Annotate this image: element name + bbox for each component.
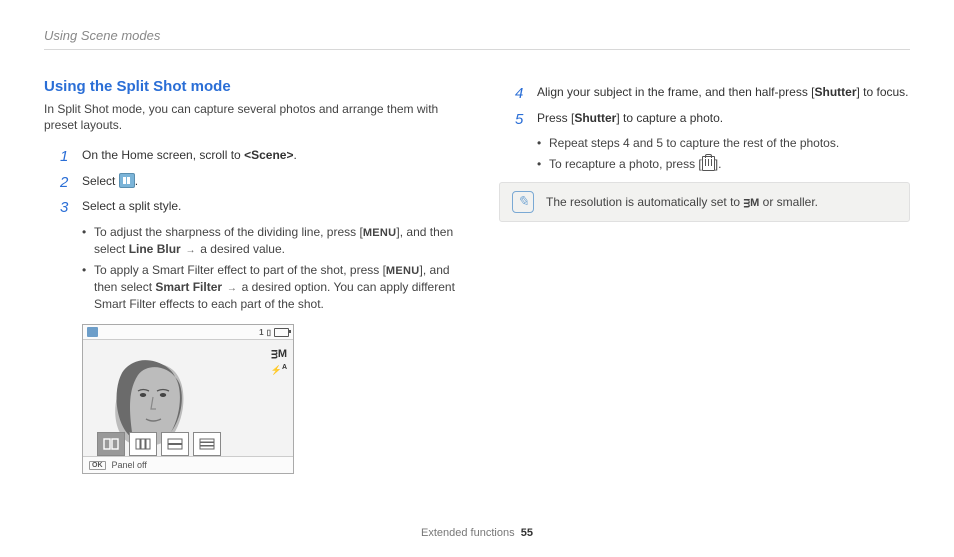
resolution-icon: ᴟM — [271, 348, 287, 360]
line-blur-label: Line Blur — [129, 242, 181, 256]
menu-button-label: MENU — [386, 265, 420, 277]
smart-filter-label: Smart Filter — [155, 280, 222, 294]
scene-label: <Scene> — [244, 148, 293, 162]
shot-counter: 1 — [259, 328, 263, 337]
arrow-icon: → — [222, 283, 242, 294]
mode-icon — [87, 327, 98, 337]
step-number: 4 — [515, 84, 527, 104]
footer-section: Extended functions — [421, 527, 515, 539]
layout-panel-row — [97, 432, 221, 456]
panel-off-label: Panel off — [112, 460, 147, 470]
section-title: Using the Split Shot mode — [44, 78, 455, 95]
step-number: 2 — [60, 173, 72, 193]
step-number: 5 — [515, 110, 527, 130]
right-column: 4 Align your subject in the frame, and t… — [499, 78, 910, 480]
signal-icon: ▯ — [267, 328, 271, 337]
note-box: ✎ The resolution is automatically set to… — [499, 182, 910, 222]
step-number: 1 — [60, 147, 72, 167]
battery-icon — [274, 328, 289, 337]
page-number: 55 — [521, 527, 533, 539]
step-text: Select a split style. — [82, 198, 455, 215]
shutter-label: Shutter — [574, 111, 616, 125]
note-icon: ✎ — [512, 191, 534, 213]
step-text: Select — [82, 174, 119, 188]
step-2: 2 Select . — [60, 173, 455, 193]
split-shot-icon — [119, 173, 135, 188]
step-3: 3 Select a split style. — [60, 198, 455, 218]
menu-button-label: MENU — [363, 227, 397, 239]
step-text: On the Home screen, scroll to — [82, 148, 244, 162]
ok-button[interactable]: OK — [89, 461, 106, 470]
step-number: 3 — [60, 198, 72, 218]
camera-preview: 1 ▯ — [82, 324, 294, 474]
step-1: 1 On the Home screen, scroll to <Scene>. — [60, 147, 455, 167]
shutter-label: Shutter — [814, 85, 856, 99]
intro-text: In Split Shot mode, you can capture seve… — [44, 101, 455, 133]
left-column: Using the Split Shot mode In Split Shot … — [44, 78, 455, 480]
layout-2col-button[interactable] — [97, 432, 125, 456]
layout-3row-button[interactable] — [193, 432, 221, 456]
step-4: 4 Align your subject in the frame, and t… — [515, 84, 910, 104]
page-footer: Extended functions 55 — [0, 527, 954, 539]
step-5-bullets: Repeat steps 4 and 5 to capture the rest… — [537, 135, 910, 172]
layout-2row-button[interactable] — [161, 432, 189, 456]
trash-icon — [702, 156, 715, 171]
flash-icon: ⚡ — [271, 365, 282, 375]
bullet-repeat: Repeat steps 4 and 5 to capture the rest… — [537, 135, 910, 152]
page-header: Using Scene modes — [44, 28, 910, 50]
layout-3col-button[interactable] — [129, 432, 157, 456]
arrow-icon: → — [181, 245, 201, 256]
resolution-icon: ᴟM — [743, 197, 759, 209]
step-3-bullets: To adjust the sharpness of the dividing … — [82, 224, 455, 312]
step-5: 5 Press [Shutter] to capture a photo. — [515, 110, 910, 130]
